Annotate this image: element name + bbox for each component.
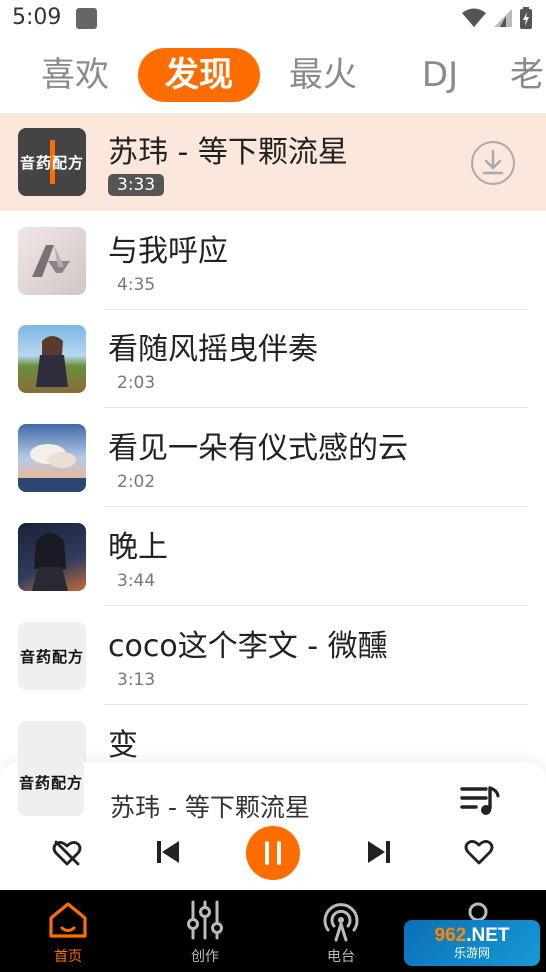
- song-row[interactable]: 音药配方 coco这个李文 - 微醺 3:13: [0, 607, 546, 705]
- watermark-suffix: .NET: [466, 925, 510, 946]
- divider: [104, 704, 528, 705]
- nav-create[interactable]: 创作: [155, 890, 255, 972]
- song-title: coco这个李文 - 微醺: [108, 629, 388, 664]
- status-bar: 5:09: [0, 0, 546, 36]
- song-title: 看见一朵有仪式感的云: [108, 431, 408, 466]
- album-cover: [18, 227, 86, 295]
- tab-hottest[interactable]: 最火: [278, 48, 368, 102]
- song-title: 苏玮 - 等下颗流星: [108, 135, 348, 170]
- divider: [104, 407, 528, 408]
- watermark-logo: 962.NET: [435, 926, 510, 946]
- notification-icon: [76, 8, 97, 29]
- nav-label: 创作: [191, 949, 219, 965]
- brand-logo-text: 音药配方: [18, 774, 83, 792]
- tab-dj[interactable]: DJ: [400, 48, 480, 102]
- mini-player[interactable]: 音药配方 苏玮 - 等下颗流星: [0, 750, 546, 890]
- watermark-subtitle: 乐游网: [453, 946, 490, 960]
- tab-favorites[interactable]: 喜欢: [30, 48, 120, 102]
- player-album-cover[interactable]: 音药配方: [18, 750, 84, 816]
- song-row[interactable]: 音药配方 苏玮 - 等下颗流星 3:33: [0, 113, 546, 211]
- song-duration: 3:44: [117, 571, 156, 591]
- divider: [104, 506, 528, 507]
- site-watermark: 962.NET 乐游网: [404, 920, 540, 966]
- radio-icon: [323, 903, 359, 942]
- like-icon[interactable]: [464, 838, 494, 866]
- next-icon[interactable]: [366, 839, 392, 865]
- song-title: 看随风摇曳伴奏: [108, 332, 318, 367]
- song-title: 与我呼应: [108, 234, 228, 269]
- album-cover: [18, 523, 86, 591]
- dislike-icon[interactable]: [52, 838, 82, 868]
- divider: [104, 605, 528, 606]
- nav-label: 电台: [327, 949, 355, 965]
- brand-logo-text: 音药配方: [19, 154, 84, 172]
- brand-logo-text: 音药配方: [19, 648, 84, 666]
- song-title: 晚上: [108, 530, 168, 565]
- song-duration: 3:13: [117, 670, 156, 690]
- song-title: 变: [108, 728, 138, 763]
- battery-icon: [520, 7, 532, 29]
- nav-radio[interactable]: 电台: [291, 890, 391, 972]
- nav-home[interactable]: 首页: [18, 890, 118, 972]
- song-row[interactable]: 晚上 3:44: [0, 508, 546, 606]
- watermark-number: 962: [434, 925, 467, 946]
- status-time: 5:09: [12, 5, 62, 30]
- song-row[interactable]: 看见一朵有仪式感的云 2:02: [0, 409, 546, 507]
- album-cover: [18, 325, 86, 393]
- song-row[interactable]: 与我呼应 4:35: [0, 212, 546, 310]
- song-row[interactable]: 看随风摇曳伴奏 2:03: [0, 310, 546, 408]
- pause-button[interactable]: [246, 826, 300, 880]
- sliders-icon: [187, 900, 223, 940]
- song-duration: 3:33: [108, 174, 165, 196]
- home-icon: [49, 902, 87, 938]
- tab-discover[interactable]: 发现: [138, 48, 260, 102]
- song-duration: 2:03: [117, 373, 156, 393]
- playlist-icon[interactable]: [460, 784, 500, 818]
- category-tabs: 喜欢 发现 最火 DJ 老: [0, 42, 546, 108]
- player-song-title: 苏玮 - 等下颗流星: [110, 793, 310, 822]
- download-icon[interactable]: [470, 140, 516, 186]
- album-cover: 音药配方: [18, 622, 86, 690]
- nav-label: 首页: [54, 949, 82, 965]
- song-duration: 2:02: [117, 472, 156, 492]
- wifi-icon: [462, 8, 486, 27]
- pause-icon: [265, 841, 281, 865]
- song-duration: 4:35: [117, 275, 156, 295]
- album-cover: 音药配方: [18, 128, 86, 196]
- signal-icon: [494, 9, 512, 27]
- previous-icon[interactable]: [155, 839, 181, 865]
- album-cover: [18, 424, 86, 492]
- status-icons: [462, 7, 532, 29]
- tab-oldies[interactable]: 老: [510, 48, 546, 102]
